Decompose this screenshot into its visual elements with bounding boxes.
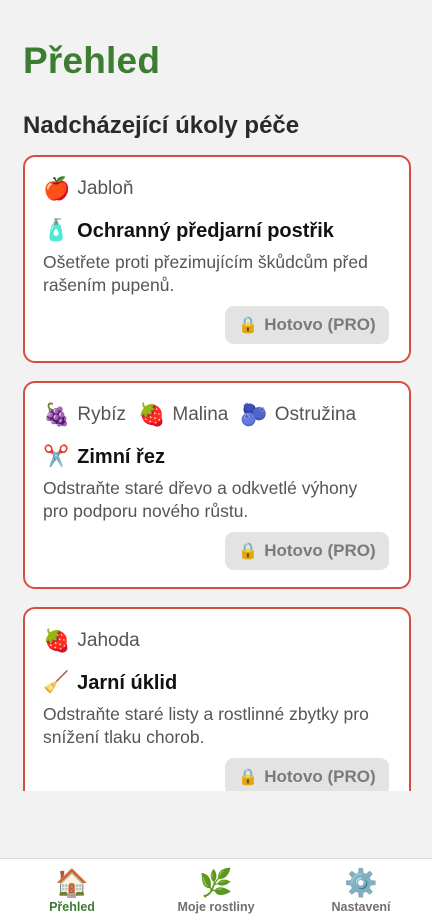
task-header: 🧴 Ochranný předjarní postřik (43, 219, 334, 243)
task-description: Odstraňte staré listy a rostlinné zbytky… (43, 704, 369, 747)
task-title: Zimní řez (77, 445, 165, 468)
plant-icon: 🌿 (199, 868, 233, 898)
plant-tags: 🍓 Jahoda (43, 629, 140, 653)
plant-tag: 🍓 Malina (138, 403, 228, 427)
task-title: Ochranný předjarní postřik (77, 219, 334, 242)
plant-tag: 🍓 Jahoda (43, 629, 140, 653)
task-header: ✂️ Zimní řez (43, 445, 165, 469)
lock-icon: 🔒 (238, 769, 259, 786)
plant-name: Jahoda (77, 630, 140, 651)
task-description: Ošetřete proti přezimujícím škůdcům před… (43, 252, 368, 295)
nav-item-overview[interactable]: 🏠 Přehled (17, 867, 127, 914)
done-button-label: Hotovo (PRO) (264, 315, 376, 334)
nav-label: Nastavení (331, 900, 391, 914)
lock-icon: 🔒 (238, 543, 259, 560)
plant-tags: 🍎 Jabloň (43, 177, 133, 201)
bottom-navigation: 🏠 Přehled 🌿 Moje rostliny ⚙️ Nastavení (0, 858, 432, 924)
spray-bottle-icon: 🧴 (43, 219, 70, 242)
task-card: 🍓 Jahoda 🧹 Jarní úklid Odstraňte staré l… (23, 607, 411, 791)
plant-name: Jabloň (77, 178, 134, 199)
apple-icon: 🍎 (43, 176, 71, 201)
done-pro-button[interactable]: 🔒 Hotovo (PRO) (225, 758, 389, 791)
nav-label: Moje rostliny (177, 900, 255, 914)
broom-icon: 🧹 (43, 671, 70, 694)
task-list[interactable]: 🍎 Jabloň 🧴 Ochranný předjarní postřik Oš… (0, 148, 432, 791)
plant-name: Malina (172, 404, 229, 425)
nav-label: Přehled (49, 900, 95, 914)
lock-icon: 🔒 (238, 317, 259, 334)
currant-icon: 🍇 (43, 402, 71, 427)
task-header: 🧹 Jarní úklid (43, 671, 177, 695)
task-card: 🍎 Jabloň 🧴 Ochranný předjarní postřik Oš… (23, 155, 411, 363)
gear-icon: ⚙️ (344, 868, 378, 898)
plant-tag: 🍇 Rybíz (43, 403, 126, 427)
task-title: Jarní úklid (77, 671, 178, 694)
plant-tags: 🍇 Rybíz 🍓 Malina 🫐 Ostružina (43, 403, 356, 427)
nav-item-settings[interactable]: ⚙️ Nastavení (306, 867, 416, 914)
home-icon: 🏠 (55, 868, 89, 898)
done-pro-button[interactable]: 🔒 Hotovo (PRO) (225, 532, 389, 570)
task-card: 🍇 Rybíz 🍓 Malina 🫐 Ostružina ✂️ Zimní ře… (23, 381, 411, 589)
task-description: Odstraňte staré dřevo a odkvetlé výhony … (43, 478, 358, 521)
plant-name: Ostružina (274, 404, 357, 425)
raspberry-icon: 🍓 (137, 402, 166, 427)
nav-item-my-plants[interactable]: 🌿 Moje rostliny (161, 867, 271, 914)
plant-tag: 🫐 Ostružina (240, 403, 356, 427)
strawberry-icon: 🍓 (43, 628, 71, 653)
plant-tag: 🍎 Jabloň (43, 177, 133, 201)
plant-name: Rybíz (77, 404, 126, 425)
done-pro-button[interactable]: 🔒 Hotovo (PRO) (225, 306, 389, 344)
page-title: Přehled (23, 40, 161, 81)
scissors-icon: ✂️ (43, 445, 70, 468)
done-button-label: Hotovo (PRO) (264, 767, 376, 786)
section-title: Nadcházející úkoly péče (23, 112, 300, 139)
blackberry-icon: 🫐 (240, 402, 268, 427)
done-button-label: Hotovo (PRO) (264, 541, 376, 560)
